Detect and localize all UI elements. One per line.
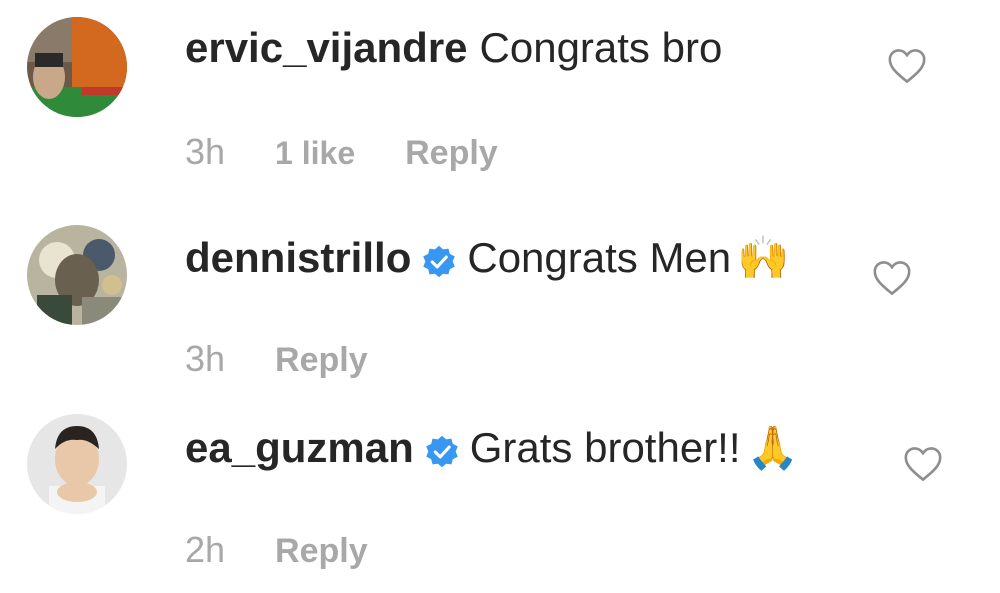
verified-badge-icon [421, 240, 457, 278]
comment-meta: 3h Reply [185, 337, 368, 382]
reply-button[interactable]: Reply [405, 131, 498, 175]
comment-line: ea_guzman Grats brother!! 🙏 [185, 422, 799, 474]
avatar[interactable] [27, 17, 127, 117]
avatar[interactable] [27, 225, 127, 325]
reply-button[interactable]: Reply [275, 529, 368, 573]
verified-badge-icon [424, 430, 460, 468]
raising-hands-emoji: 🙌 [737, 234, 790, 281]
comment-text: Congrats Men [467, 234, 732, 281]
comment-text: Congrats bro [479, 24, 723, 71]
folded-hands-emoji: 🙏 [746, 424, 799, 471]
comment-meta: 3h 1 like Reply [185, 130, 498, 175]
username[interactable]: ea_guzman [185, 422, 414, 474]
heart-outline-icon[interactable] [903, 446, 943, 482]
username[interactable]: ervic_vijandre [185, 22, 468, 74]
timestamp: 3h [185, 338, 226, 379]
username[interactable]: dennistrillo [185, 232, 411, 284]
timestamp: 2h [185, 529, 226, 570]
comment-line: ervic_vijandre Congrats bro [185, 22, 722, 74]
comment-line: dennistrillo Congrats Men 🙌 [185, 232, 789, 284]
timestamp: 3h [185, 131, 226, 172]
like-count[interactable]: 1 like [275, 131, 355, 175]
comment-text: Grats brother!! [469, 424, 741, 471]
heart-outline-icon[interactable] [872, 260, 912, 296]
avatar[interactable] [27, 414, 127, 514]
reply-button[interactable]: Reply [275, 338, 368, 382]
heart-outline-icon[interactable] [887, 48, 927, 84]
comment-meta: 2h Reply [185, 528, 368, 573]
